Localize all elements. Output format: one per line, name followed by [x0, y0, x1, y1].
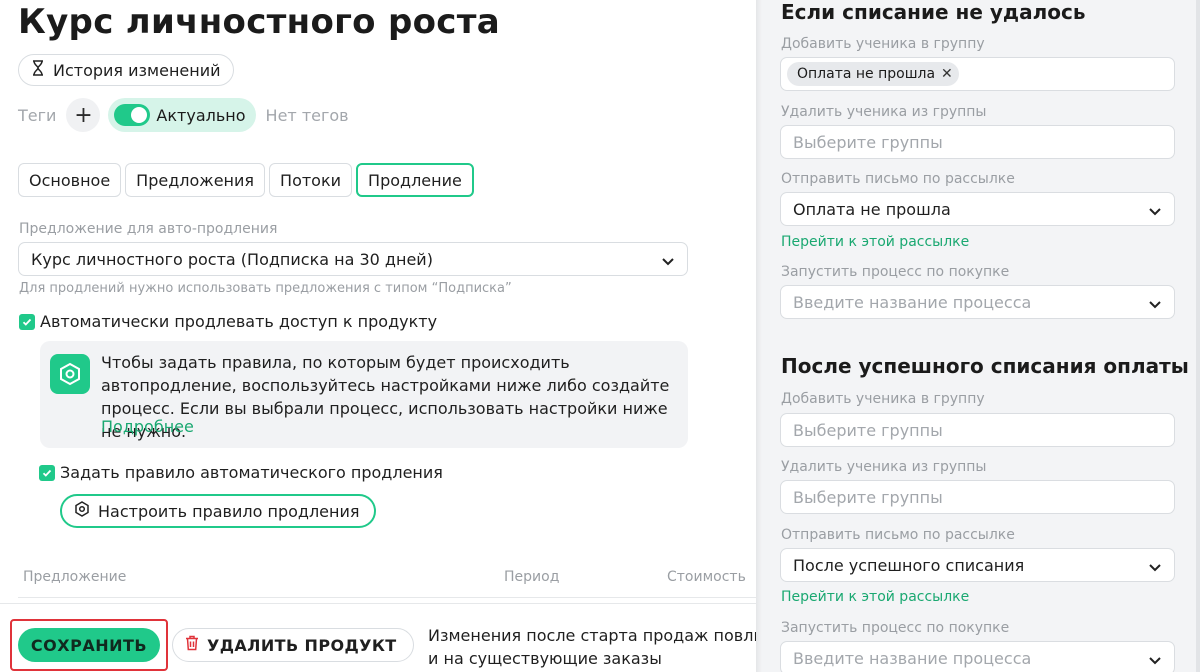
- hexagon-gear-icon: [74, 501, 90, 521]
- tab-offers[interactable]: Предложения: [125, 163, 266, 197]
- chevron-down-icon: [1148, 559, 1162, 578]
- table-divider: [18, 597, 756, 598]
- close-icon[interactable]: ✕: [941, 66, 953, 82]
- failed-mailing-link[interactable]: Перейти к этой рассылке: [781, 234, 969, 250]
- group-chip: Оплата не прошла ✕: [787, 62, 959, 86]
- footer-bar: СОХРАНИТЬ УДАЛИТЬ ПРОДУКТ Изменения посл…: [0, 603, 756, 672]
- group-chip-label: Оплата не прошла: [797, 66, 936, 82]
- info-box: Чтобы задать правила, по которым будет п…: [40, 341, 688, 448]
- tags-label: Теги: [18, 105, 57, 125]
- table-header-offer: Предложение: [23, 569, 127, 585]
- success-payment-title: После успешного списания оплаты: [781, 354, 1189, 378]
- trash-icon: [185, 635, 199, 655]
- chevron-down-icon: [661, 253, 675, 272]
- footer-note: Изменения после старта продаж повлия и н…: [428, 624, 756, 670]
- delete-product-label: УДАЛИТЬ ПРОДУКТ: [207, 635, 397, 655]
- delete-product-button[interactable]: УДАЛИТЬ ПРОДУКТ: [172, 628, 414, 662]
- tab-renewal[interactable]: Продление: [356, 163, 474, 197]
- tabs: Основное Предложения Потоки Продление: [18, 163, 474, 197]
- status-toggle-pill[interactable]: Актуально: [108, 98, 256, 132]
- renewal-offer-hint: Для продлений нужно использовать предлож…: [19, 281, 512, 296]
- success-remove-group-input[interactable]: Выберите группы: [780, 480, 1175, 514]
- failed-remove-group-placeholder: Выберите группы: [793, 132, 943, 152]
- info-more-link[interactable]: Подробнее: [101, 417, 194, 436]
- success-mailing-select[interactable]: После успешного списания: [780, 548, 1175, 582]
- auto-renew-checkbox-row[interactable]: Автоматически продлевать доступ к продук…: [19, 312, 437, 331]
- renewal-offer-value: Курс личностного роста (Подписка на 30 д…: [31, 249, 433, 269]
- success-add-group-label: Добавить ученика в группу: [781, 391, 985, 407]
- failed-mailing-value: Оплата не прошла: [793, 199, 951, 219]
- check-icon: [22, 318, 32, 326]
- success-process-select[interactable]: Введите название процесса: [780, 641, 1175, 672]
- page-title: Курс личностного роста: [18, 2, 500, 42]
- tab-main[interactable]: Основное: [18, 163, 122, 197]
- failed-process-select[interactable]: Введите название процесса: [780, 285, 1175, 319]
- failed-add-group-label: Добавить ученика в группу: [781, 36, 985, 52]
- history-button-label: История изменений: [53, 60, 221, 80]
- rule-checkbox-row[interactable]: Задать правило автоматического продления: [39, 463, 443, 482]
- tags-row: Теги + Актуально Нет тегов: [18, 98, 349, 132]
- success-remove-group-placeholder: Выберите группы: [793, 487, 943, 507]
- configure-rule-button[interactable]: Настроить правило продления: [60, 494, 376, 528]
- auto-renew-checkbox[interactable]: [19, 313, 35, 330]
- failed-mailing-label: Отправить письмо по рассылке: [781, 171, 1015, 187]
- chevron-down-icon: [1148, 652, 1162, 671]
- success-process-placeholder: Введите название процесса: [793, 648, 1032, 668]
- success-add-group-placeholder: Выберите группы: [793, 420, 943, 440]
- renewal-actions-panel: Если списание не удалось Добавить ученик…: [756, 0, 1200, 672]
- chevron-down-icon: [1148, 203, 1162, 222]
- footer-note-line1: Изменения после старта продаж повлия: [428, 626, 756, 645]
- success-remove-group-label: Удалить ученика из группы: [781, 459, 987, 475]
- table-header-cost: Стоимость: [667, 569, 746, 585]
- success-mailing-value: После успешного списания: [793, 555, 1025, 575]
- history-button[interactable]: История изменений: [18, 54, 234, 86]
- success-mailing-label: Отправить письмо по рассылке: [781, 527, 1015, 543]
- table-header-period: Период: [504, 569, 560, 585]
- status-label: Актуально: [156, 105, 246, 125]
- success-add-group-input[interactable]: Выберите группы: [780, 413, 1175, 447]
- failed-mailing-select[interactable]: Оплата не прошла: [780, 192, 1175, 226]
- failed-remove-group-label: Удалить ученика из группы: [781, 104, 987, 120]
- check-icon: [42, 469, 52, 477]
- failed-remove-group-input[interactable]: Выберите группы: [780, 125, 1175, 159]
- auto-renew-label: Автоматически продлевать доступ к продук…: [40, 312, 438, 331]
- save-button[interactable]: СОХРАНИТЬ: [18, 628, 160, 662]
- renewal-offer-label: Предложение для авто-продления: [19, 221, 278, 237]
- failed-process-label: Запустить процесс по покупке: [781, 264, 1010, 280]
- panel-scrollbar[interactable]: [1196, 0, 1200, 672]
- status-toggle[interactable]: [114, 104, 151, 126]
- failed-payment-title: Если списание не удалось: [781, 0, 1086, 24]
- renewal-offer-select[interactable]: Курс личностного роста (Подписка на 30 д…: [18, 242, 688, 276]
- success-mailing-link[interactable]: Перейти к этой рассылке: [781, 589, 969, 605]
- hourglass-icon: [31, 60, 45, 80]
- success-process-label: Запустить процесс по покупке: [781, 620, 1010, 636]
- hexagon-settings-icon: [50, 354, 90, 394]
- chevron-down-icon: [1148, 296, 1162, 315]
- tab-streams[interactable]: Потоки: [269, 163, 353, 197]
- rule-label: Задать правило автоматического продления: [60, 463, 443, 482]
- rule-checkbox[interactable]: [39, 464, 55, 481]
- footer-note-line2: и на существующие заказы: [428, 649, 662, 668]
- failed-process-placeholder: Введите название процесса: [793, 292, 1032, 312]
- configure-rule-label: Настроить правило продления: [98, 501, 360, 521]
- add-tag-button[interactable]: +: [66, 98, 101, 132]
- product-editor: Курс личностного роста История изменений…: [0, 0, 756, 672]
- no-tags-text: Нет тегов: [265, 105, 349, 125]
- failed-add-group-input[interactable]: Оплата не прошла ✕: [780, 57, 1175, 91]
- plus-icon: +: [74, 102, 93, 128]
